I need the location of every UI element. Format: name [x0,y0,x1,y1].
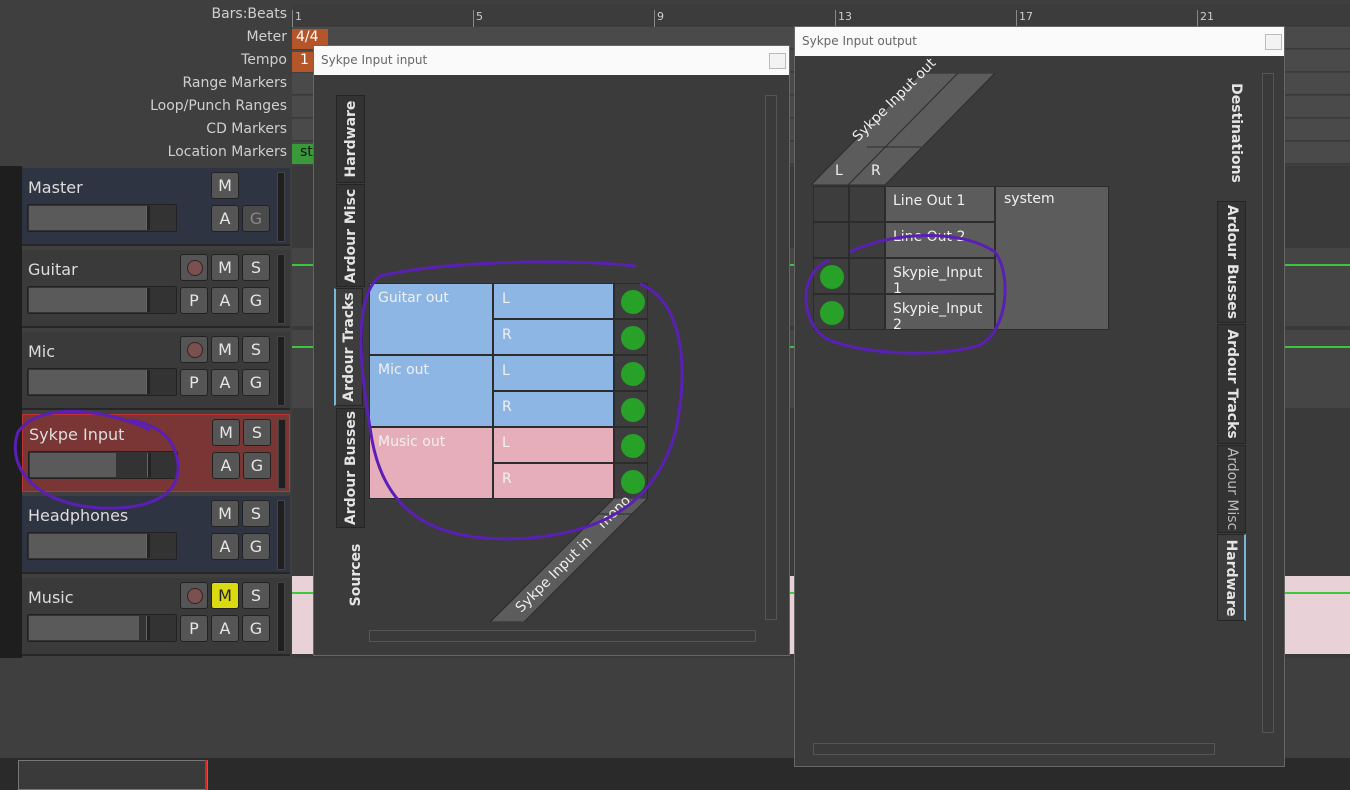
annotation-overlay [13,233,1007,541]
